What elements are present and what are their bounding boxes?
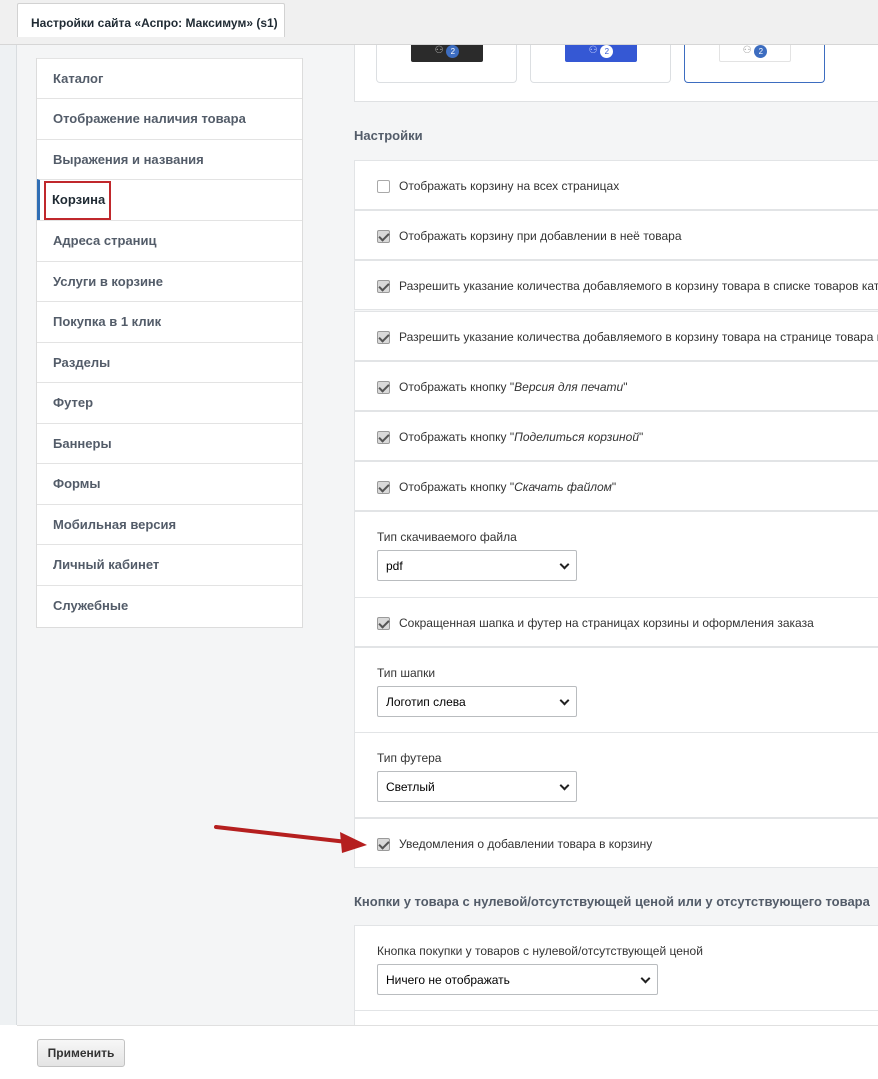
sidebar: Каталог Отображение наличия товара Выраж… [36,58,303,628]
content-area: Каталог Отображение наличия товара Выраж… [17,45,878,1025]
tab-site-settings[interactable]: Настройки сайта «Аспро: Максимум» (s1) [17,3,285,37]
chevron-down-icon [559,780,570,791]
sidebar-item-sections[interactable]: Разделы [37,342,302,383]
file-type-label: Тип скачиваемого файла [377,530,517,544]
select-value: Светлый [386,780,435,794]
checkbox-label: Отображать кнопку "Версия для печати" [399,380,628,394]
sidebar-item-forms[interactable]: Формы [37,463,302,504]
chevron-down-icon [559,559,570,570]
sidebar-item-service[interactable]: Служебные [37,585,302,626]
cart-icon: ⚇ 2 [719,45,791,62]
checkbox-qty-on-page[interactable] [377,331,390,344]
sidebar-item-one-click[interactable]: Покупка в 1 клик [37,301,302,342]
setting-notifications: Уведомления о добавлении товара в корзин… [354,818,878,868]
checkbox-qty-in-list[interactable] [377,280,390,293]
select-value: Ничего не отображать [386,973,510,987]
checkbox-label: Сокращенная шапка и футер на страницах к… [399,616,814,630]
cart-style-blue[interactable]: ⚇ 2 [530,45,671,83]
tab-title: Настройки сайта «Аспро: Максимум» (s1) [31,16,278,30]
sidebar-item-footer[interactable]: Футер [37,382,302,423]
left-edge-strip [0,45,17,1025]
chevron-down-icon [640,973,651,984]
footer-bar: Применить [17,1025,878,1079]
sidebar-item-phrases[interactable]: Выражения и названия [37,139,302,180]
checkbox-label: Разрешить указание количества добавляемо… [399,330,878,344]
select-value: pdf [386,559,403,573]
sidebar-item-availability[interactable]: Отображение наличия товара [37,98,302,139]
sidebar-item-banners[interactable]: Баннеры [37,423,302,464]
checkbox-label: Отображать корзину при добавлении в неё … [399,229,682,243]
zero-price-buy-select[interactable]: Ничего не отображать [377,964,658,995]
footer-type-label: Тип футера [377,751,442,765]
checkbox-share-button[interactable] [377,431,390,444]
checkbox-download-button[interactable] [377,481,390,494]
setting-download-button: Отображать кнопку "Скачать файлом" [354,461,878,511]
setting-zero-price-buy-button: Кнопка покупки у товаров с нулевой/отсут… [354,925,878,1011]
checkbox-label: Отображать кнопку "Скачать файлом" [399,480,617,494]
setting-show-cart-all-pages: Отображать корзину на всех страницах [354,160,878,210]
cart-icon: ⚇ 2 [565,45,637,62]
apply-button[interactable]: Применить [37,1039,125,1067]
cart-style-light[interactable]: ⚇ 2 [684,45,825,83]
cart-icon: ⚇ 2 [411,45,483,62]
sidebar-item-account[interactable]: Личный кабинет [37,544,302,585]
checkbox-print-button[interactable] [377,381,390,394]
sidebar-item-page-urls[interactable]: Адреса страниц [37,220,302,261]
setting-qty-on-page: Разрешить указание количества добавляемо… [354,311,878,361]
setting-file-type: Тип скачиваемого файла pdf [354,511,878,598]
cart-style-group: ⚇ 2 ⚇ 2 ⚇ 2 [354,45,878,102]
sidebar-item-catalog[interactable]: Каталог [37,58,302,99]
setting-next-row [354,1010,878,1025]
select-value: Логотип слева [386,695,466,709]
setting-short-header: Сокращенная шапка и футер на страницах к… [354,597,878,647]
tab-bar: Настройки сайта «Аспро: Максимум» (s1) [0,0,878,45]
cart-style-dark[interactable]: ⚇ 2 [376,45,517,83]
setting-header-type: Тип шапки Логотип слева [354,647,878,733]
checkbox-label: Уведомления о добавлении товара в корзин… [399,837,653,851]
zero-price-buy-label: Кнопка покупки у товаров с нулевой/отсут… [377,944,703,958]
setting-footer-type: Тип футера Светлый [354,732,878,818]
setting-show-cart-on-add: Отображать корзину при добавлении в неё … [354,210,878,260]
checkbox-label: Отображать кнопку "Поделиться корзиной" [399,430,644,444]
setting-qty-in-list: Разрешить указание количества добавляемо… [354,260,878,310]
checkbox-show-cart-on-add[interactable] [377,230,390,243]
sidebar-item-label: Корзина [52,192,106,207]
checkbox-label: Разрешить указание количества добавляемо… [399,279,878,293]
file-type-select[interactable]: pdf [377,550,577,581]
header-type-label: Тип шапки [377,666,436,680]
checkbox-label: Отображать корзину на всех страницах [399,179,620,193]
checkbox-show-cart-all-pages[interactable] [377,180,390,193]
settings-title: Настройки [354,128,423,143]
checkbox-short-header[interactable] [377,617,390,630]
active-item-highlight: Корзина [44,181,112,220]
zero-price-title: Кнопки у товара с нулевой/отсутствующей … [354,894,870,909]
checkbox-notifications[interactable] [377,838,390,851]
chevron-down-icon [559,695,570,706]
red-arrow-annotation [214,825,367,853]
sidebar-item-cart[interactable]: Корзина [37,179,302,220]
sidebar-item-cart-services[interactable]: Услуги в корзине [37,261,302,302]
sidebar-item-mobile[interactable]: Мобильная версия [37,504,302,545]
footer-type-select[interactable]: Светлый [377,771,577,802]
setting-share-button: Отображать кнопку "Поделиться корзиной" [354,411,878,461]
setting-print-button: Отображать кнопку "Версия для печати" [354,361,878,411]
header-type-select[interactable]: Логотип слева [377,686,577,717]
